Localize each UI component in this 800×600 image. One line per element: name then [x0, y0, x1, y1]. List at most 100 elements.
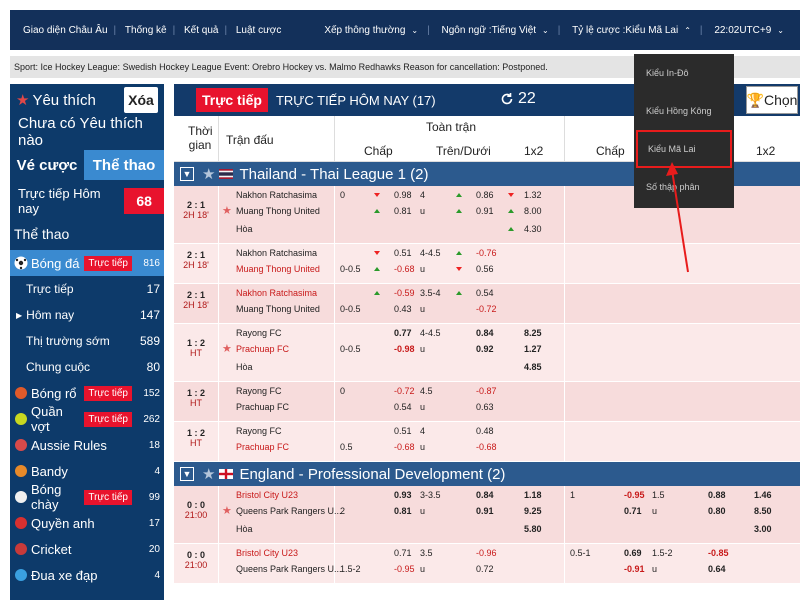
ou-line[interactable]: 3.5-4 [420, 288, 441, 298]
ou-line[interactable]: 4.5 [420, 386, 433, 396]
ou-line[interactable]: 1.5 [652, 490, 665, 500]
odds-value[interactable]: 0.92 [476, 344, 494, 354]
tab-sports[interactable]: Thể thao [84, 150, 164, 180]
odds-value[interactable]: 0.56 [476, 264, 494, 274]
collapse-icon[interactable]: ▼ [180, 167, 194, 181]
ou-line[interactable]: 3-3.5 [420, 490, 441, 500]
odds-value[interactable]: 0.72 [476, 564, 494, 574]
star-icon[interactable]: ★ [222, 504, 232, 517]
star-icon[interactable]: ★ [202, 165, 215, 183]
handicap-line[interactable]: 0 [340, 386, 345, 396]
odds-value[interactable]: 0.69 [624, 548, 642, 558]
odds-value[interactable]: 0.81 [394, 506, 412, 516]
odds-value[interactable]: 0.63 [476, 402, 494, 412]
ou-line[interactable]: 4 [420, 426, 425, 436]
refresh-button[interactable]: 22 [500, 90, 536, 108]
odds-value[interactable]: 0.48 [476, 426, 494, 436]
odds-value[interactable]: 4.85 [524, 362, 542, 372]
odds-value[interactable]: 0.84 [476, 328, 494, 338]
team-home[interactable]: Rayong FC [236, 328, 282, 338]
clear-favorites-button[interactable]: Xóa [124, 87, 158, 113]
sidebar-item-sport[interactable]: Bóng chày Trực tiếp 99 [10, 482, 164, 512]
nav-rules[interactable]: Luật cược [236, 25, 282, 36]
handicap-line[interactable]: 0-0.5 [340, 344, 361, 354]
sidebar-item-sport[interactable]: Cricket 20 [10, 536, 164, 562]
odds-value[interactable]: -0.76 [476, 248, 497, 258]
ou-line[interactable]: 4-4.5 [420, 328, 441, 338]
team-away[interactable]: Prachuap FC [236, 442, 289, 452]
odds-value[interactable]: 0.43 [394, 304, 412, 314]
odds-value[interactable]: 8.25 [524, 328, 542, 338]
sidebar-item-sport[interactable]: Đua xe đạp 4 [10, 562, 164, 588]
odds-value[interactable]: -0.95 [394, 564, 415, 574]
odds-value[interactable]: 0.71 [394, 548, 412, 558]
handicap-line[interactable]: 0-0.5 [340, 264, 361, 274]
team-away[interactable]: Prachuap FC [236, 344, 289, 354]
odds-value[interactable]: 0.88 [708, 490, 726, 500]
odds-value[interactable]: 0.81 [394, 206, 412, 216]
odds-value[interactable]: 1.18 [524, 490, 542, 500]
handicap-line[interactable]: 0.5-1 [570, 548, 591, 558]
odds-value[interactable]: -0.68 [394, 264, 415, 274]
ou-line[interactable]: 4 [420, 190, 425, 200]
sidebar-item-sport[interactable]: Aussie Rules 18 [10, 432, 164, 458]
sidebar-subitem-live[interactable]: Trực tiếp 17 [10, 276, 164, 302]
team-home[interactable]: Bristol City U23 [236, 548, 298, 558]
ou-side[interactable]: u [420, 264, 425, 274]
odds-value[interactable]: 0.80 [708, 506, 726, 516]
odds-value[interactable]: 0.93 [394, 490, 412, 500]
star-icon[interactable]: ★ [222, 204, 232, 217]
ou-line[interactable]: 1.5-2 [652, 548, 673, 558]
odds-format-select[interactable]: Tỷ lệ cược :Kiểu Mã Lai ⌃ [569, 25, 694, 36]
ou-side[interactable]: u [420, 206, 425, 216]
team-home[interactable]: Rayong FC [236, 426, 282, 436]
sidebar-item-sport[interactable]: Quyền anh 17 [10, 510, 164, 536]
team-home[interactable]: Nakhon Ratchasima [236, 190, 317, 200]
odds-value[interactable]: 0.51 [394, 426, 412, 436]
live-today-link[interactable]: Trực tiếp Hôm nay 68 [10, 184, 164, 218]
nav-european-view[interactable]: Giao diện Châu Âu [23, 25, 108, 36]
team-home[interactable]: Nakhon Ratchasima [236, 288, 317, 298]
odds-value[interactable]: 1.32 [524, 190, 542, 200]
odds-value[interactable]: -0.59 [394, 288, 415, 298]
odds-value[interactable]: 0.77 [394, 328, 412, 338]
team-home[interactable]: Bristol City U23 [236, 490, 298, 500]
sidebar-item-sport[interactable]: Bandy 4 [10, 458, 164, 484]
sidebar-item-sport[interactable]: Bóng rổ Trực tiếp 152 [10, 380, 164, 406]
nav-results[interactable]: Kết quả [184, 25, 218, 36]
odds-value[interactable]: 0.91 [476, 506, 494, 516]
sidebar-subitem-outright[interactable]: Chung cuộc 80 [10, 354, 164, 380]
timezone-select[interactable]: 22:02UTC+9 ⌄ [711, 25, 787, 36]
handicap-line[interactable]: 0 [340, 190, 345, 200]
nav-statistics[interactable]: Thống kê [125, 25, 167, 36]
ou-line[interactable]: 4-4.5 [420, 248, 441, 258]
team-away[interactable]: Queens Park Rangers U... [236, 564, 342, 574]
odds-value[interactable]: 8.50 [754, 506, 772, 516]
team-away[interactable]: Prachuap FC [236, 402, 289, 412]
ou-side[interactable]: u [420, 564, 425, 574]
team-away[interactable]: Muang Thong United [236, 304, 320, 314]
sidebar-item-sport[interactable]: Quần vợt Trực tiếp 262 [10, 404, 164, 434]
odds-value[interactable]: 0.86 [476, 190, 494, 200]
league-header[interactable]: ▼ ★ England - Professional Development (2) [174, 462, 800, 486]
odds-value[interactable]: -0.68 [394, 442, 415, 452]
odds-value[interactable]: 0.54 [476, 288, 494, 298]
odds-value[interactable]: 0.64 [708, 564, 726, 574]
odds-option-hongkong[interactable]: Kiểu Hồng Kông [634, 92, 734, 130]
odds-value[interactable]: -0.68 [476, 442, 497, 452]
ou-side[interactable]: u [420, 304, 425, 314]
ou-side[interactable]: u [420, 442, 425, 452]
star-icon[interactable]: ★ [222, 342, 232, 355]
tab-bet-slip[interactable]: Vé cược [10, 150, 84, 180]
odds-value[interactable]: -0.87 [476, 386, 497, 396]
odds-value[interactable]: 5.80 [524, 524, 542, 534]
ou-side[interactable]: u [420, 402, 425, 412]
odds-value[interactable]: 0.91 [476, 206, 494, 216]
odds-value[interactable]: -0.91 [624, 564, 645, 574]
odds-value[interactable]: 0.98 [394, 190, 412, 200]
sidebar-subitem-early[interactable]: Thị trường sớm 589 [10, 328, 164, 354]
odds-value[interactable]: 3.00 [754, 524, 772, 534]
draw-label[interactable]: Hòa [236, 224, 253, 234]
odds-value[interactable]: 1.46 [754, 490, 772, 500]
odds-value[interactable]: 9.25 [524, 506, 542, 516]
